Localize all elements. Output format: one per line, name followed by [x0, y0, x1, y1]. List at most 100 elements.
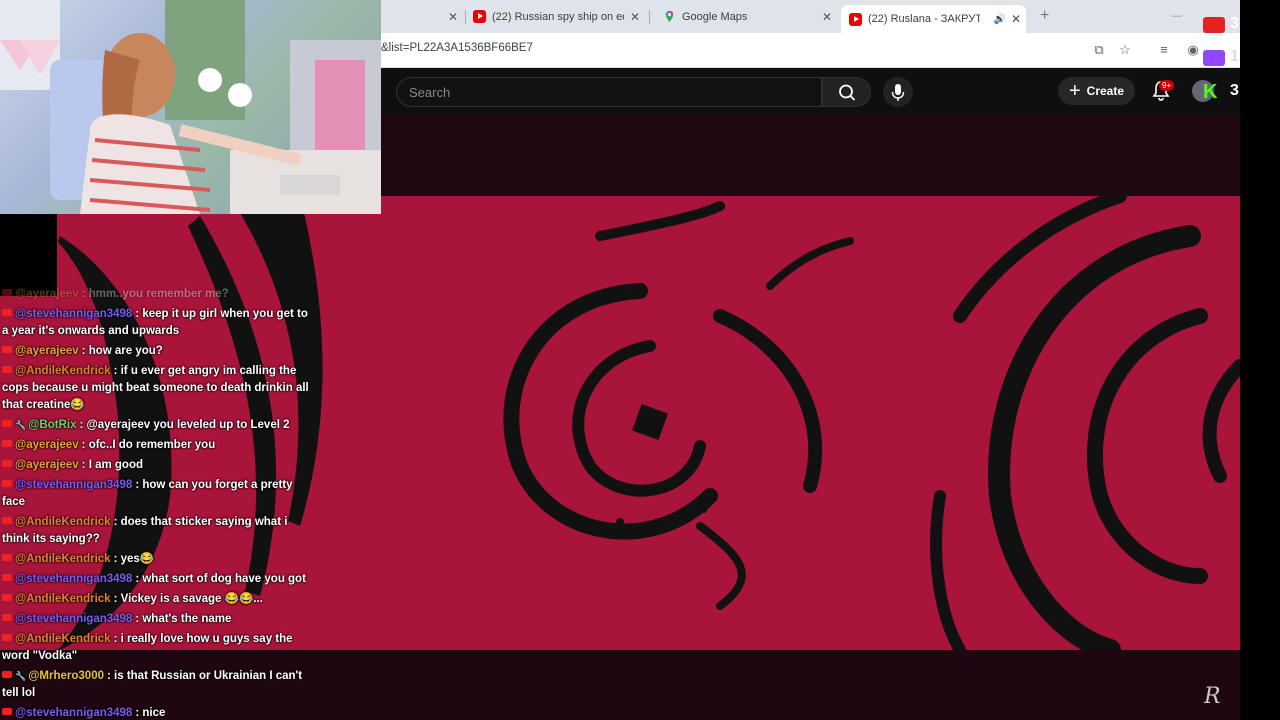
chat-text: nice [142, 707, 166, 719]
chat-text: ofc..I do remember you [88, 439, 216, 451]
chat-text: I am good [88, 459, 143, 471]
youtube-platform-icon [2, 554, 12, 561]
url-field[interactable]: &list=PL22A3A1536BF66BE7 [381, 42, 533, 54]
youtube-platform-icon [2, 480, 12, 487]
youtube-platform-icon [2, 671, 12, 678]
chat-message: @stevehannigan3498: keep it up girl when… [2, 308, 308, 337]
tab-label: Google Maps [682, 10, 748, 23]
chat-username: @AndileKendrick [15, 516, 111, 528]
chat-message: @stevehannigan3498: what's the name [2, 611, 312, 628]
minimize-window-button[interactable]: — [1171, 10, 1182, 22]
kick-viewer-icon: K [1203, 81, 1218, 103]
chat-text: hmm..you remember me? [88, 288, 229, 300]
youtube-platform-icon [2, 309, 12, 316]
youtube-platform-icon [2, 594, 12, 601]
chat-username: @stevehannigan3498 [15, 479, 133, 491]
tab-ruslana-active[interactable]: (22) Ruslana - ЗАКРУТИ 🔊 ✕ [841, 5, 1026, 33]
chat-username: @AndileKendrick [15, 553, 111, 565]
chat-text: how are you? [88, 345, 163, 357]
address-bar: &list=PL22A3A1536BF66BE7 ⧉ ☆ ≡ ◉ [381, 33, 1240, 68]
youtube-viewer-icon [1203, 17, 1225, 33]
youtube-platform-icon [2, 420, 12, 427]
chat-message: @AndileKendrick: if u ever get angry im … [2, 365, 309, 411]
youtube-platform-icon [2, 614, 12, 621]
chat-username: @AndileKendrick [15, 633, 111, 645]
profile-icon[interactable]: ◉ [1186, 43, 1200, 57]
youtube-platform-icon [2, 574, 12, 581]
close-tab-icon[interactable]: ✕ [1010, 12, 1022, 26]
voice-search-button[interactable] [883, 77, 913, 107]
youtube-platform-icon [2, 346, 12, 353]
search-icon [839, 84, 856, 101]
youtube-platform-icon [2, 440, 12, 447]
plus-icon: + [1068, 80, 1081, 102]
chat-text: what sort of dog have you got [142, 573, 306, 585]
chat-text: what's the name [142, 613, 232, 625]
tab-google-maps[interactable]: Google Maps ✕ [663, 5, 833, 28]
search-button[interactable] [822, 77, 871, 107]
youtube-platform-icon [2, 289, 12, 296]
chat-message: @stevehannigan3498: how can you forget a… [2, 479, 293, 508]
chat-message: @ayerajeev: how are you? [2, 343, 312, 360]
bookmark-star-icon[interactable]: ☆ [1118, 43, 1132, 57]
tab-separator [649, 10, 650, 24]
microphone-icon [891, 84, 905, 101]
youtube-platform-icon [2, 517, 12, 524]
chat-username: @ayerajeev [15, 288, 79, 300]
chat-message: @AndileKendrick: does that sticker sayin… [2, 516, 288, 545]
close-tab-icon[interactable]: ✕ [629, 10, 641, 24]
close-tab-icon[interactable]: ✕ [447, 10, 459, 24]
tab-russian-spy-ship[interactable]: (22) Russian spy ship on ed ✕ [473, 5, 641, 28]
chat-message: 🔧 @BotRix: @ayerajeev you leveled up to L… [2, 417, 312, 434]
media-controls-icon[interactable]: ≡ [1157, 43, 1171, 57]
chat-username: @stevehannigan3498 [15, 573, 133, 585]
chat-message: @ayerajeev: hmm..you remember me? [2, 286, 312, 303]
youtube-favicon-icon [473, 10, 486, 23]
twitch-viewer-icon [1203, 50, 1225, 66]
webcam-scene-image [0, 0, 381, 214]
chat-message: @AndileKendrick: yes😂 [2, 551, 312, 568]
chat-text: yes😂 [120, 553, 155, 565]
chat-message: @AndileKendrick: Vickey is a savage 😂😂..… [2, 591, 312, 608]
twitch-viewer-count: 1 [1230, 48, 1239, 65]
tab-separator [465, 10, 466, 24]
moderator-wrench-icon: 🔧 [15, 420, 27, 430]
youtube-platform-icon [2, 366, 12, 373]
tab-label: (22) Russian spy ship on ed [492, 10, 624, 23]
chat-overlay: @ayerajeev: hmm..you remember me? @steveh… [2, 286, 312, 720]
tab-0[interactable]: ✕ [381, 5, 459, 28]
chat-text: Vickey is a savage 😂😂... [120, 593, 263, 605]
chat-message: @stevehannigan3498: nice [2, 705, 312, 720]
chat-username: @BotRix [28, 419, 77, 431]
chat-message: 🔧 @Mrhero3000: is that Russian or Ukraini… [2, 670, 303, 699]
chat-username: @AndileKendrick [15, 593, 111, 605]
chat-username: @AndileKendrick [15, 365, 111, 377]
notification-count-badge: 9+ [1159, 80, 1175, 91]
youtube-platform-icon [2, 460, 12, 467]
youtube-masthead: Search + Create 9+ [381, 68, 1240, 114]
youtube-platform-icon [2, 708, 12, 715]
chat-username: @ayerajeev [15, 459, 79, 471]
moderator-wrench-icon: 🔧 [15, 671, 27, 681]
tab-label: (22) Ruslana - ЗАКРУТИ [868, 13, 980, 25]
close-tab-icon[interactable]: ✕ [821, 10, 833, 24]
create-button[interactable]: + Create [1058, 77, 1135, 105]
kick-viewer-count: 3 [1230, 82, 1239, 99]
chat-text: @ayerajeev you leveled up to Level 2 [86, 419, 290, 431]
chat-message: @stevehannigan3498: what sort of dog hav… [2, 571, 312, 588]
overlay-dark-strip [0, 214, 57, 296]
install-app-icon[interactable]: ⧉ [1092, 43, 1106, 57]
overlay-right-strip [1240, 0, 1280, 720]
channel-watermark: R [1204, 684, 1221, 709]
chat-username: @stevehannigan3498 [15, 707, 133, 719]
chat-message: @ayerajeev: ofc..I do remember you [2, 437, 312, 454]
google-maps-favicon-icon [665, 10, 674, 23]
search-input[interactable]: Search [396, 77, 822, 107]
new-tab-button[interactable]: + [1040, 7, 1049, 25]
create-label: Create [1086, 84, 1125, 98]
audio-playing-icon[interactable]: 🔊 [994, 14, 1006, 25]
youtube-platform-icon [2, 634, 12, 641]
webcam-feed [0, 0, 381, 214]
chat-username: @stevehannigan3498 [15, 613, 133, 625]
youtube-viewer-count: 3 [1230, 15, 1239, 32]
